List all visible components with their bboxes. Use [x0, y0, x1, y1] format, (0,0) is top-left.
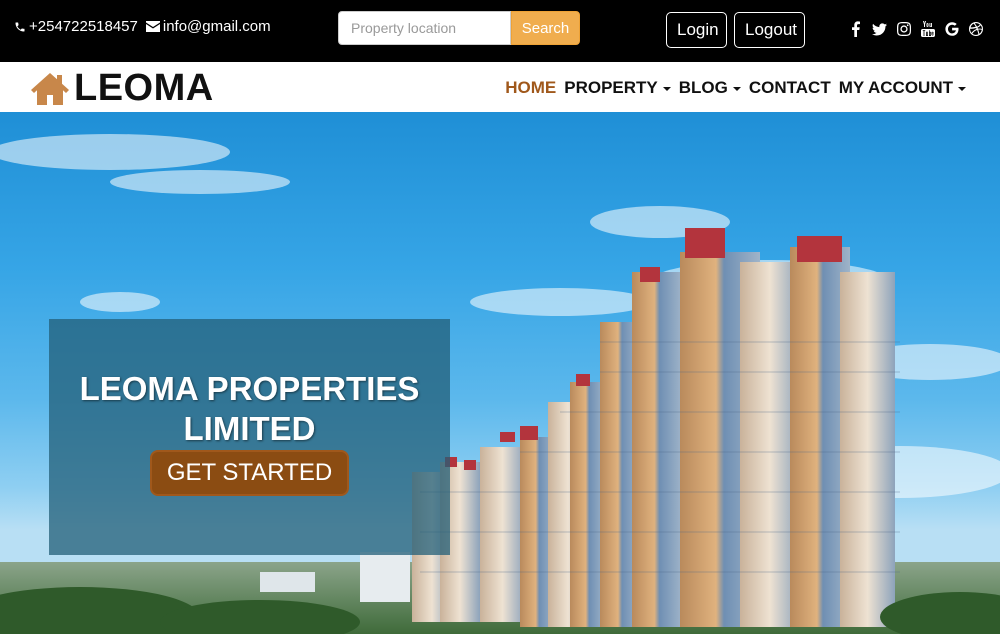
nav-item-label: CONTACT	[748, 78, 831, 97]
nav-item-contact[interactable]: CONTACT	[749, 78, 831, 98]
nav-item-blog[interactable]: BLOG	[679, 78, 741, 98]
top-bar: +254722518457 info@gmail.com Search Logi…	[0, 0, 1000, 62]
nav-item-label: PROPERTY	[564, 78, 658, 97]
phone-contact: +254722518457	[14, 18, 138, 35]
caret-down-icon	[732, 87, 741, 91]
hero-overlay-card: LEOMA PROPERTIES LIMITED GET STARTED	[49, 319, 450, 555]
logout-button[interactable]: Logout	[734, 12, 805, 48]
get-started-button[interactable]: GET STARTED	[150, 450, 349, 496]
envelope-icon	[145, 21, 160, 32]
brand-logo[interactable]: LEOMA	[30, 67, 214, 110]
twitter-icon[interactable]	[872, 20, 887, 38]
caret-down-icon	[662, 87, 671, 91]
main-navbar: LEOMA HOME PROPERTY BLOG CONTACT MY ACCO…	[0, 62, 1000, 112]
nav-item-my-account[interactable]: MY ACCOUNT	[839, 78, 966, 98]
towers	[412, 228, 895, 627]
hero-title: LEOMA PROPERTIES LIMITED	[79, 370, 420, 447]
instagram-icon[interactable]	[896, 20, 911, 38]
phone-icon	[15, 22, 25, 31]
hero-banner: LEOMA PROPERTIES LIMITED GET STARTED	[0, 112, 1000, 634]
email-contact: info@gmail.com	[145, 18, 271, 35]
email-address: info@gmail.com	[162, 18, 271, 35]
dribbble-icon[interactable]	[968, 20, 983, 38]
nav-item-label: BLOG	[678, 78, 728, 97]
facebook-icon[interactable]	[848, 20, 863, 38]
youtube-icon[interactable]	[920, 20, 935, 38]
nav-item-property[interactable]: PROPERTY	[564, 78, 671, 98]
nav-item-home[interactable]: HOME	[505, 78, 556, 98]
social-links	[848, 20, 983, 38]
phone-number: +254722518457	[29, 18, 138, 35]
search-form: Search	[338, 11, 580, 45]
home-icon	[31, 72, 69, 105]
login-button[interactable]: Login	[666, 12, 727, 48]
nav-item-label: HOME	[505, 78, 557, 97]
caret-down-icon	[958, 87, 966, 91]
nav-item-label: MY ACCOUNT	[838, 78, 953, 97]
google-icon[interactable]	[944, 20, 959, 38]
nav-menu: HOME PROPERTY BLOG CONTACT MY ACCOUNT	[505, 78, 966, 98]
property-location-input[interactable]	[338, 11, 511, 45]
brand-name: LEOMA	[74, 67, 214, 109]
contact-info: +254722518457 info@gmail.com	[14, 18, 279, 35]
search-button[interactable]: Search	[511, 11, 580, 45]
